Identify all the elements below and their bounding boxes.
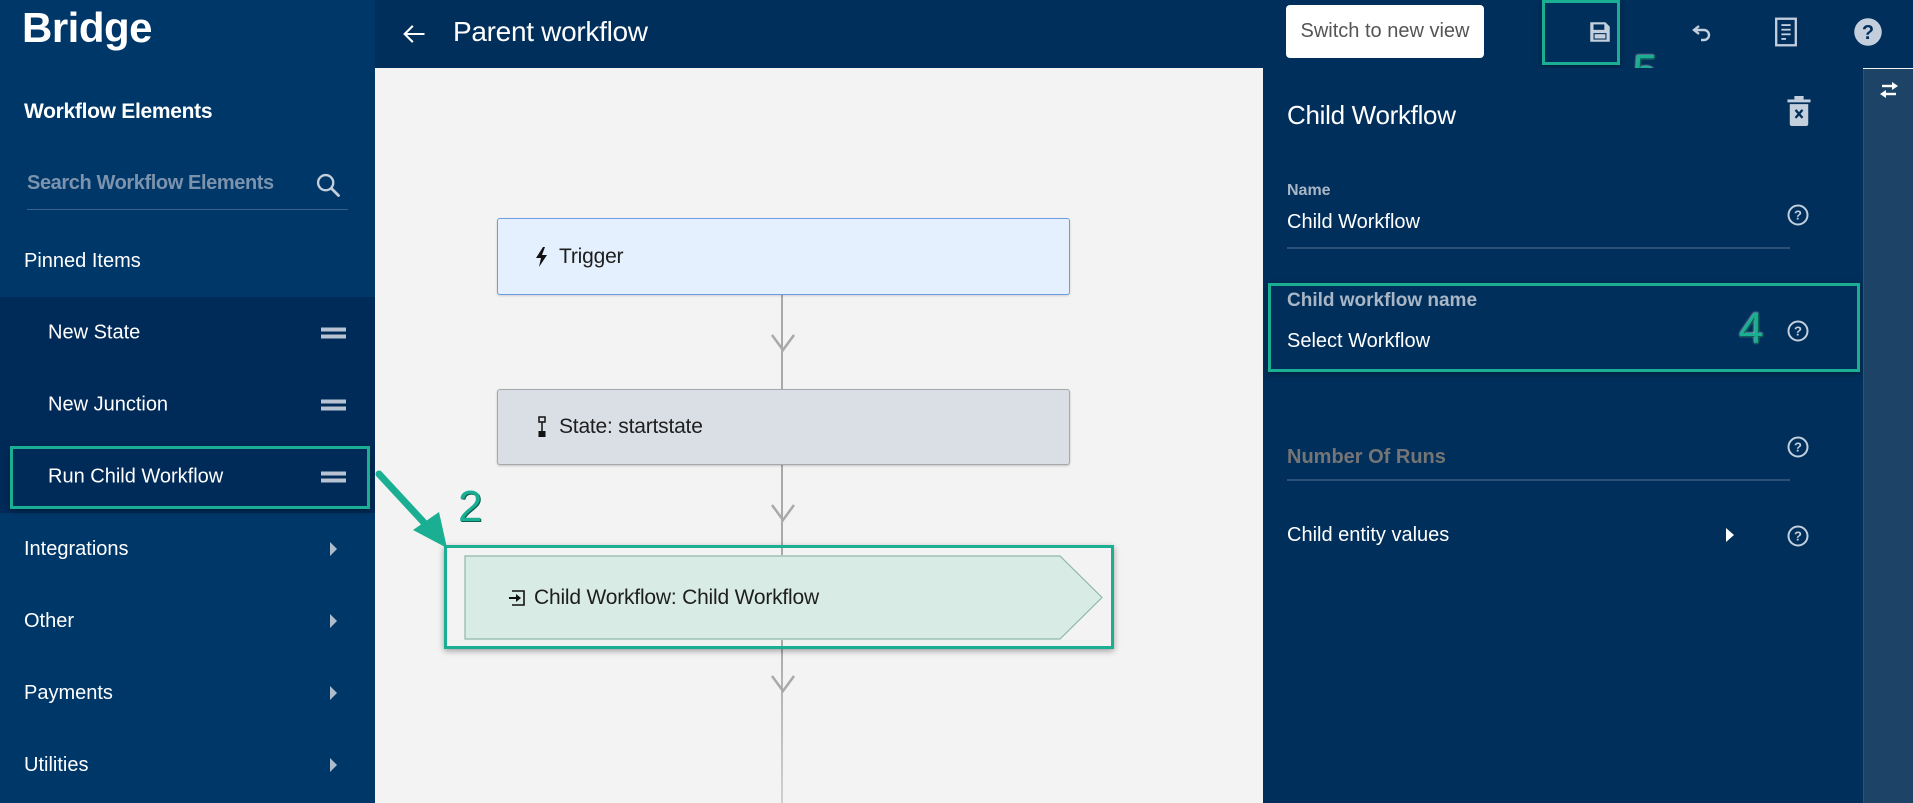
pinned-items-header[interactable]: Pinned Items [0, 236, 375, 286]
connector-arrow-icon [770, 334, 796, 353]
annotation-step-4: 4 [1739, 304, 1764, 353]
number-of-runs-input[interactable] [1287, 446, 1747, 469]
name-label: Name [1287, 182, 1331, 199]
annotation-step-2: 2 [458, 482, 483, 531]
svg-text:?: ? [1794, 440, 1802, 455]
pinned-item-label: Run Child Workflow [48, 465, 224, 488]
node-label: Child Workflow: Child Workflow [534, 585, 819, 609]
pinned-items-label: Pinned Items [24, 249, 141, 272]
number-of-runs-underline [1287, 479, 1790, 481]
pinned-item-run-child-workflow[interactable]: Run Child Workflow [0, 447, 375, 507]
category-other[interactable]: Other [0, 596, 375, 646]
document-icon [1775, 17, 1797, 47]
save-icon [1590, 22, 1610, 42]
node-trigger[interactable]: Trigger [497, 218, 1070, 295]
category-integrations[interactable]: Integrations [0, 524, 375, 574]
connector-line [781, 640, 783, 803]
panel-collapse-strip [1863, 69, 1913, 803]
brand-logo: Bridge [22, 4, 153, 51]
category-label: Utilities [24, 753, 89, 776]
trash-icon[interactable] [1787, 96, 1811, 126]
help-circle-icon[interactable]: ? [1786, 203, 1810, 227]
connector-arrow-icon [770, 504, 796, 523]
chevron-right-icon [330, 758, 337, 772]
swap-horizontal-icon[interactable] [1878, 79, 1900, 101]
search-box [27, 164, 348, 210]
child-workflow-name-label: Child workflow name [1287, 290, 1478, 311]
pinned-item-new-junction[interactable]: New Junction [0, 375, 375, 435]
name-input[interactable] [1287, 211, 1747, 234]
properties-panel: Child Workflow Name ? Child workflow nam… [1263, 68, 1863, 803]
svg-text:?: ? [1794, 324, 1802, 339]
category-label: Payments [24, 681, 113, 704]
arrow-left-icon[interactable] [400, 20, 428, 48]
sidebar: Bridge Workflow Elements Pinned Items Ne… [0, 0, 375, 803]
chevron-right-icon [330, 542, 337, 556]
workflow-canvas[interactable]: Trigger State: startstate Child Workflow… [375, 68, 1263, 803]
drag-handle-icon[interactable] [321, 399, 346, 411]
svg-text:?: ? [1862, 22, 1874, 44]
node-state[interactable]: State: startstate [497, 389, 1070, 465]
connector-arrow-icon [770, 675, 796, 694]
switch-to-new-view-button[interactable]: Switch to new view [1286, 5, 1484, 58]
help-circle-icon: ? [1854, 18, 1882, 46]
help-circle-icon[interactable]: ? [1786, 435, 1810, 459]
drag-handle-icon[interactable] [321, 327, 346, 339]
help-button[interactable]: ? [1848, 12, 1888, 52]
save-button[interactable] [1580, 12, 1620, 52]
undo-icon [1692, 25, 1711, 42]
category-payments[interactable]: Payments [0, 668, 375, 718]
category-label: Other [24, 609, 75, 632]
name-underline [1287, 247, 1790, 249]
category-utilities[interactable]: Utilities [0, 740, 375, 790]
node-label: State: startstate [559, 415, 703, 438]
enter-icon [509, 589, 525, 606]
pinned-items-list: New State New Junction Run Child Workflo… [0, 297, 375, 513]
node-label: Trigger [559, 244, 624, 268]
chevron-right-icon [330, 614, 337, 628]
pinned-item-new-state[interactable]: New State [0, 303, 375, 363]
help-circle-icon[interactable]: ? [1786, 319, 1810, 343]
search-input[interactable] [27, 168, 307, 198]
svg-text:?: ? [1794, 529, 1802, 544]
svg-text:?: ? [1794, 208, 1802, 223]
undo-button[interactable] [1682, 12, 1722, 52]
top-header: Parent workflow Switch to new view ? [375, 0, 1913, 95]
lightning-icon [536, 246, 547, 267]
category-label: Integrations [24, 537, 129, 560]
workflow-elements-title: Workflow Elements [24, 100, 213, 123]
pinned-item-label: New Junction [48, 393, 169, 416]
panel-title: Child Workflow [1287, 100, 1456, 130]
child-workflow-name-select[interactable]: Select Workflow [1287, 330, 1747, 353]
document-button[interactable] [1766, 12, 1806, 52]
help-circle-icon[interactable]: ? [1786, 524, 1810, 548]
child-entity-values-toggle[interactable]: Child entity values [1287, 524, 1449, 547]
chevron-right-icon [330, 686, 337, 700]
node-child-workflow[interactable]: Child Workflow: Child Workflow [464, 555, 1104, 640]
drag-handle-icon[interactable] [321, 471, 346, 483]
search-icon[interactable] [314, 171, 342, 199]
pinned-item-label: New State [48, 321, 141, 344]
chevron-right-icon[interactable] [1726, 528, 1734, 542]
state-pin-icon [538, 416, 546, 437]
page-title: Parent workflow [453, 16, 648, 47]
